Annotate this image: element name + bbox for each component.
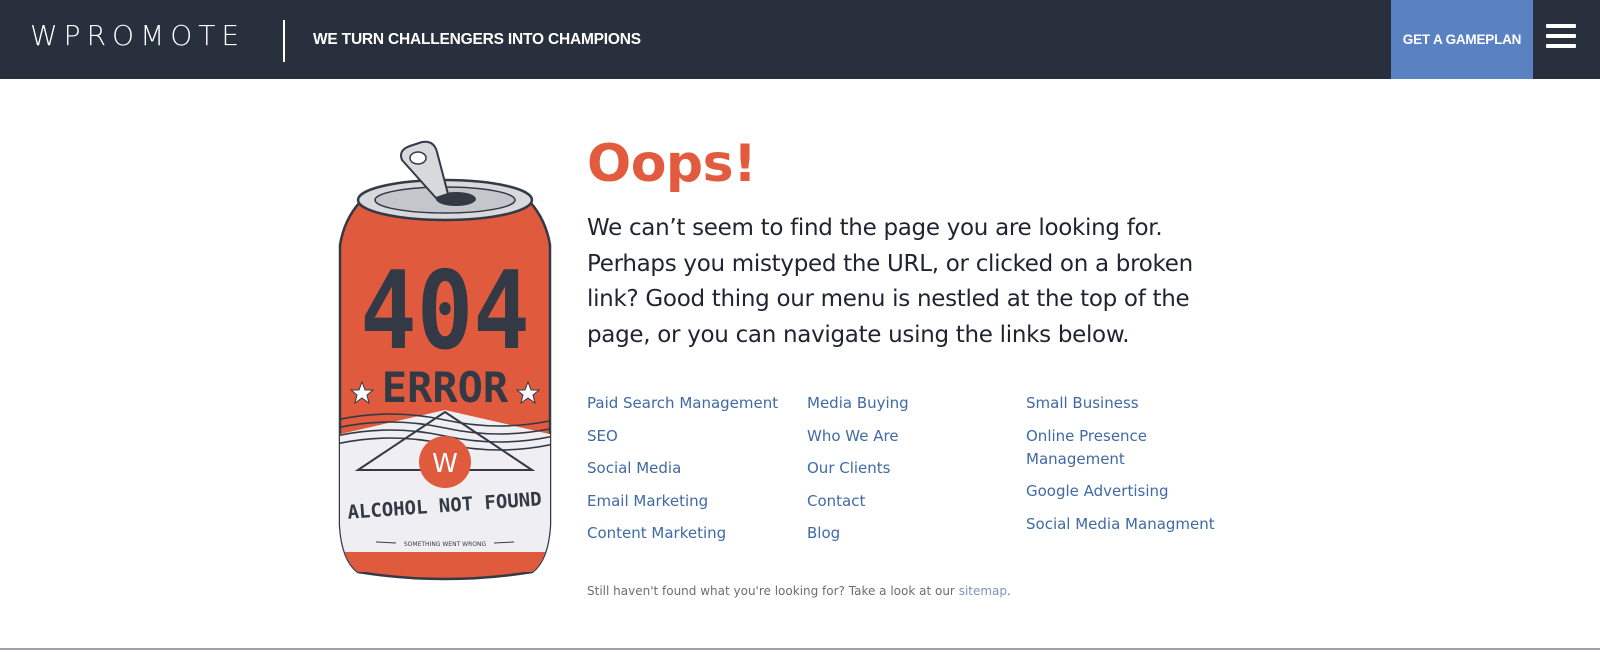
- error-message: We can’t seem to find the page you are l…: [587, 215, 1193, 348]
- error-can-illustration: 404 ERROR W ALCOHOL NOT FOUND SOMETHING …: [338, 140, 552, 581]
- bottom-divider: [0, 648, 1600, 650]
- link-content-marketing[interactable]: Content Marketing: [587, 522, 797, 545]
- hamburger-icon[interactable]: [1546, 24, 1576, 48]
- link-online-presence-management[interactable]: Online Presence Management: [1026, 425, 1166, 471]
- sitemap-footnote: Still haven't found what you're looking …: [587, 584, 1011, 598]
- can-badge-letter: W: [432, 449, 458, 479]
- link-social-media[interactable]: Social Media: [587, 457, 797, 480]
- link-blog[interactable]: Blog: [807, 522, 1017, 545]
- wpromote-logo[interactable]: WPROMOTE: [30, 19, 245, 53]
- link-our-clients[interactable]: Our Clients: [807, 457, 1017, 480]
- footnote-text: Still haven't found what you're looking …: [587, 584, 959, 598]
- can-404-text: 404: [360, 248, 530, 374]
- sitemap-link[interactable]: sitemap: [959, 584, 1007, 598]
- can-small-label: SOMETHING WENT WRONG: [404, 541, 487, 548]
- link-social-media-managment[interactable]: Social Media Managment: [1026, 513, 1226, 536]
- links-column-1: Paid Search Management SEO Social Media …: [587, 392, 797, 555]
- links-column-2: Media Buying Who We Are Our Clients Cont…: [807, 392, 1017, 555]
- links-column-3: Small Business Online Presence Managemen…: [1026, 392, 1226, 545]
- page-title: Oops!: [587, 134, 757, 194]
- link-google-advertising[interactable]: Google Advertising: [1026, 480, 1226, 503]
- link-contact[interactable]: Contact: [807, 490, 1017, 513]
- link-seo[interactable]: SEO: [587, 425, 797, 448]
- header-divider: [283, 20, 285, 62]
- link-who-we-are[interactable]: Who We Are: [807, 425, 1017, 448]
- get-a-gameplan-button[interactable]: GET A GAMEPLAN: [1391, 0, 1533, 79]
- link-paid-search-management[interactable]: Paid Search Management: [587, 392, 797, 415]
- link-media-buying[interactable]: Media Buying: [807, 392, 1017, 415]
- link-small-business[interactable]: Small Business: [1026, 392, 1226, 415]
- header-tagline: WE TURN CHALLENGERS INTO CHAMPIONS: [313, 31, 641, 48]
- can-error-text: ERROR: [382, 363, 509, 412]
- top-navigation-bar: WPROMOTE WE TURN CHALLENGERS INTO CHAMPI…: [0, 0, 1600, 79]
- footnote-end: .: [1007, 584, 1011, 598]
- link-email-marketing[interactable]: Email Marketing: [587, 490, 797, 513]
